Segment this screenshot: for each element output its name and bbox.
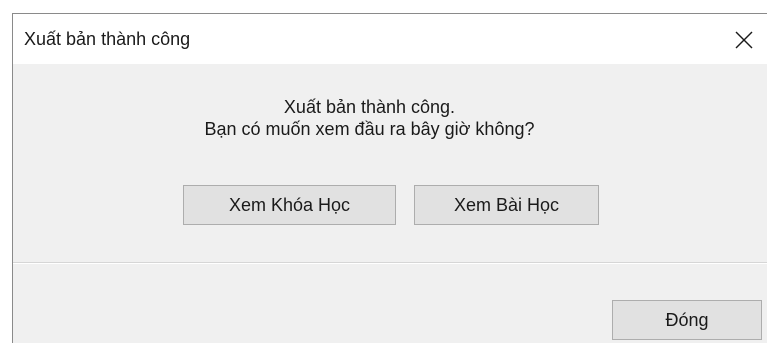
message-line-1: Xuất bản thành công.	[283, 97, 456, 117]
dialog-close-button[interactable]	[721, 20, 767, 60]
footer-divider-highlight	[13, 263, 767, 264]
dialog-title: Xuất bản thành công	[24, 29, 191, 49]
view-lesson-button[interactable]: Xem Bài Học	[414, 185, 599, 225]
dialog-titlebar: Xuất bản thành công	[13, 14, 767, 64]
message-line-2: Bạn có muốn xem đầu ra bây giờ không?	[204, 119, 535, 139]
close-button[interactable]: Đóng	[612, 300, 762, 340]
dialog-message: Xuất bản thành công. Bạn có muốn xem đầu…	[13, 96, 726, 140]
close-icon	[735, 31, 753, 49]
publish-success-dialog: Xuất bản thành công Xuất bản thành công.…	[12, 13, 767, 343]
view-course-button[interactable]: Xem Khóa Học	[183, 185, 396, 225]
